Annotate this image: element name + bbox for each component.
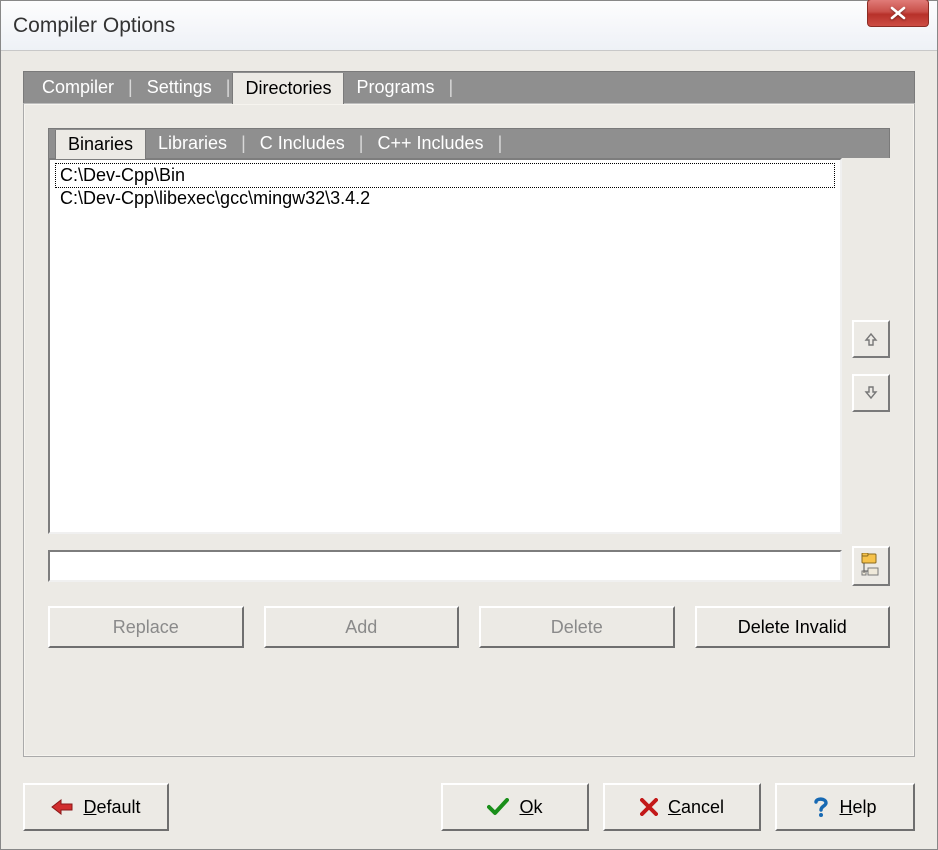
delete-invalid-button-label: Delete Invalid (738, 617, 847, 638)
default-button-label: Default (83, 797, 140, 818)
subtab-c-includes[interactable]: C Includes (248, 129, 357, 158)
directory-listbox[interactable]: C:\Dev-Cpp\Bin C:\Dev-Cpp\libexec\gcc\mi… (48, 158, 842, 534)
subtab-cpp-includes-label: C++ Includes (377, 133, 483, 154)
window-title: Compiler Options (13, 14, 175, 38)
arrow-down-icon (863, 385, 879, 401)
subtab-cpp-includes[interactable]: C++ Includes (365, 129, 495, 158)
ok-button-label: Ok (519, 797, 542, 818)
main-tabstrip: Compiler | Settings | Directories Progra… (23, 71, 915, 103)
sub-tabstrip: Binaries Libraries | C Includes | C++ In… (48, 128, 890, 158)
compiler-options-dialog: Compiler Options Compiler | Settings | D… (0, 0, 938, 850)
cancel-button-label: Cancel (668, 797, 724, 818)
tab-separator: | (496, 129, 505, 158)
ok-button[interactable]: Ok (441, 783, 589, 831)
tab-compiler[interactable]: Compiler (30, 72, 126, 103)
tab-settings[interactable]: Settings (135, 72, 224, 103)
subtabs-container: Binaries Libraries | C Includes | C++ In… (48, 128, 890, 736)
check-green-icon (487, 798, 509, 816)
arrow-left-red-icon (51, 799, 73, 815)
add-button-label: Add (345, 617, 377, 638)
titlebar: Compiler Options (1, 1, 937, 51)
list-item[interactable]: C:\Dev-Cpp\libexec\gcc\mingw32\3.4.2 (56, 187, 834, 210)
move-up-button[interactable] (852, 320, 890, 358)
delete-invalid-button[interactable]: Delete Invalid (695, 606, 891, 648)
tabs-container: Compiler | Settings | Directories Progra… (23, 71, 915, 757)
tab-directories-label: Directories (245, 78, 331, 99)
tab-directories[interactable]: Directories (232, 73, 344, 104)
default-button[interactable]: Default (23, 783, 169, 831)
folder-tree-icon (860, 553, 882, 579)
tab-page-directories: Binaries Libraries | C Includes | C++ In… (23, 103, 915, 757)
dialog-button-row: Default Ok Cancel Help (23, 783, 915, 831)
tab-programs-label: Programs (356, 77, 434, 98)
tab-separator: | (447, 72, 456, 103)
subtab-binaries[interactable]: Binaries (55, 130, 146, 159)
tab-separator: | (239, 129, 248, 158)
reorder-arrows (852, 158, 890, 534)
replace-button[interactable]: Replace (48, 606, 244, 648)
tab-separator: | (224, 72, 233, 103)
subtab-c-includes-label: C Includes (260, 133, 345, 154)
arrow-up-icon (863, 331, 879, 347)
help-button[interactable]: Help (775, 783, 915, 831)
cancel-button[interactable]: Cancel (603, 783, 761, 831)
help-button-label: Help (839, 797, 876, 818)
question-blue-icon (813, 796, 829, 818)
tab-settings-label: Settings (147, 77, 212, 98)
move-down-button[interactable] (852, 374, 890, 412)
close-icon (889, 6, 907, 20)
close-button[interactable] (867, 0, 929, 27)
tab-separator: | (126, 72, 135, 103)
subtab-libraries-label: Libraries (158, 133, 227, 154)
browse-button[interactable] (852, 546, 890, 586)
action-button-row: Replace Add Delete Delete Invalid (48, 606, 890, 648)
add-button[interactable]: Add (264, 606, 460, 648)
delete-button-label: Delete (551, 617, 603, 638)
list-item[interactable]: C:\Dev-Cpp\Bin (56, 164, 834, 187)
subtab-binaries-label: Binaries (68, 134, 133, 155)
tab-programs[interactable]: Programs (344, 72, 446, 103)
directory-list-area: C:\Dev-Cpp\Bin C:\Dev-Cpp\libexec\gcc\mi… (48, 158, 890, 534)
subtab-libraries[interactable]: Libraries (146, 129, 239, 158)
client-area: Compiler | Settings | Directories Progra… (1, 51, 937, 849)
replace-button-label: Replace (113, 617, 179, 638)
tab-separator: | (357, 129, 366, 158)
path-input[interactable] (48, 550, 842, 582)
path-entry-row (48, 546, 890, 586)
tab-compiler-label: Compiler (42, 77, 114, 98)
x-red-icon (640, 798, 658, 816)
delete-button[interactable]: Delete (479, 606, 675, 648)
